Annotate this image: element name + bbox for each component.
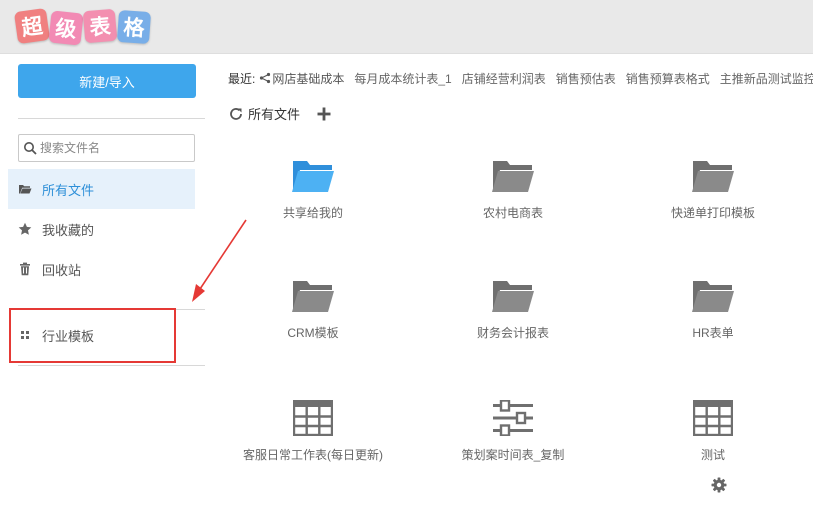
- folder-tile[interactable]: 财务会计报表: [423, 276, 603, 366]
- folder-tile[interactable]: 快递单打印模板: [623, 156, 803, 246]
- sidebar-item-label: 回收站: [42, 262, 82, 278]
- star-icon: [18, 222, 32, 236]
- logo-char-2: 级: [48, 10, 84, 46]
- tile-label: CRM模板: [287, 326, 339, 340]
- sidebar-item-label: 我收藏的: [42, 222, 95, 238]
- folder-icon: [691, 276, 735, 316]
- logo-char-4: 格: [116, 9, 152, 45]
- folder-icon: [691, 156, 735, 196]
- breadcrumb: 所有文件: [248, 107, 301, 122]
- tile-label: 财务会计报表: [476, 326, 549, 340]
- gear-icon[interactable]: [711, 477, 727, 493]
- folder-tile[interactable]: 农村电商表: [423, 156, 603, 246]
- logo-char-1: 超: [13, 7, 51, 45]
- sidebar-item-all-files[interactable]: 所有文件: [8, 169, 195, 209]
- folder-icon: [291, 276, 335, 316]
- sliders-icon: [491, 398, 535, 438]
- sidebar-divider: [18, 365, 205, 366]
- shared-folder-icon: [291, 156, 335, 196]
- file-tile[interactable]: 客服日常工作表(每日更新): [223, 398, 403, 488]
- tile-label: 测试: [700, 448, 725, 462]
- tile-label: 快递单打印模板: [670, 206, 755, 220]
- recent-file-link[interactable]: 销售预算表格式: [626, 70, 710, 86]
- file-toolbar: 所有文件: [228, 104, 332, 123]
- file-tile[interactable]: 测试: [623, 398, 803, 488]
- search-input[interactable]: [40, 141, 190, 155]
- folder-tile[interactable]: CRM模板: [223, 276, 403, 366]
- recent-file-link[interactable]: 网店基础成本: [259, 70, 344, 86]
- tile-label: 客服日常工作表(每日更新): [243, 448, 383, 462]
- file-tile[interactable]: 策划案时间表_复制: [423, 398, 603, 488]
- share-icon: [260, 72, 271, 84]
- logo-char-3: 表: [82, 8, 118, 44]
- app-logo[interactable]: 超 级 表 格: [13, 7, 152, 46]
- folder-tile[interactable]: 共享给我的: [223, 156, 403, 246]
- spreadsheet-icon: [691, 398, 735, 438]
- tile-label: 共享给我的: [282, 206, 343, 220]
- sidebar-item-recycle-bin[interactable]: 回收站: [8, 249, 195, 289]
- top-bar: 超 级 表 格: [0, 0, 813, 54]
- tile-label: 策划案时间表_复制: [461, 448, 565, 462]
- new-import-button[interactable]: 新建/导入: [18, 64, 196, 98]
- sidebar-divider: [18, 118, 205, 119]
- recent-file-link[interactable]: 销售预估表: [556, 70, 616, 86]
- recent-file-link[interactable]: 每月成本统计表_1: [354, 70, 451, 86]
- recent-label: 最近:: [228, 71, 256, 86]
- main-content: 最近: 网店基础成本 每月成本统计表_1 店铺经营利润表 销售预估表 销售预算表…: [210, 54, 813, 519]
- refresh-icon[interactable]: [228, 106, 244, 122]
- folder-icon: [491, 276, 535, 316]
- sidebar: 新建/导入 所有文件 我收藏的 回收站 行业模板: [0, 54, 210, 519]
- folder-tile[interactable]: HR表单: [623, 276, 803, 366]
- trash-icon: [18, 262, 32, 276]
- sidebar-item-favorites[interactable]: 我收藏的: [8, 209, 195, 249]
- tile-label: HR表单: [692, 326, 734, 340]
- folder-icon: [491, 156, 535, 196]
- folder-open-icon: [18, 182, 32, 196]
- sidebar-item-label: 所有文件: [42, 182, 95, 198]
- recent-file-link[interactable]: 店铺经营利润表: [462, 70, 546, 86]
- spreadsheet-icon: [291, 398, 335, 438]
- add-icon[interactable]: [316, 106, 332, 122]
- recent-files-bar: 最近: 网店基础成本 每月成本统计表_1 店铺经营利润表 销售预估表 销售预算表…: [228, 70, 813, 86]
- annotation-highlight-box: [9, 308, 176, 363]
- tile-label: 农村电商表: [482, 206, 543, 220]
- search-box[interactable]: [18, 134, 195, 162]
- search-icon: [24, 142, 37, 155]
- recent-file-name: 网店基础成本: [272, 71, 345, 86]
- recent-file-link[interactable]: 主推新品测试监控: [720, 70, 813, 86]
